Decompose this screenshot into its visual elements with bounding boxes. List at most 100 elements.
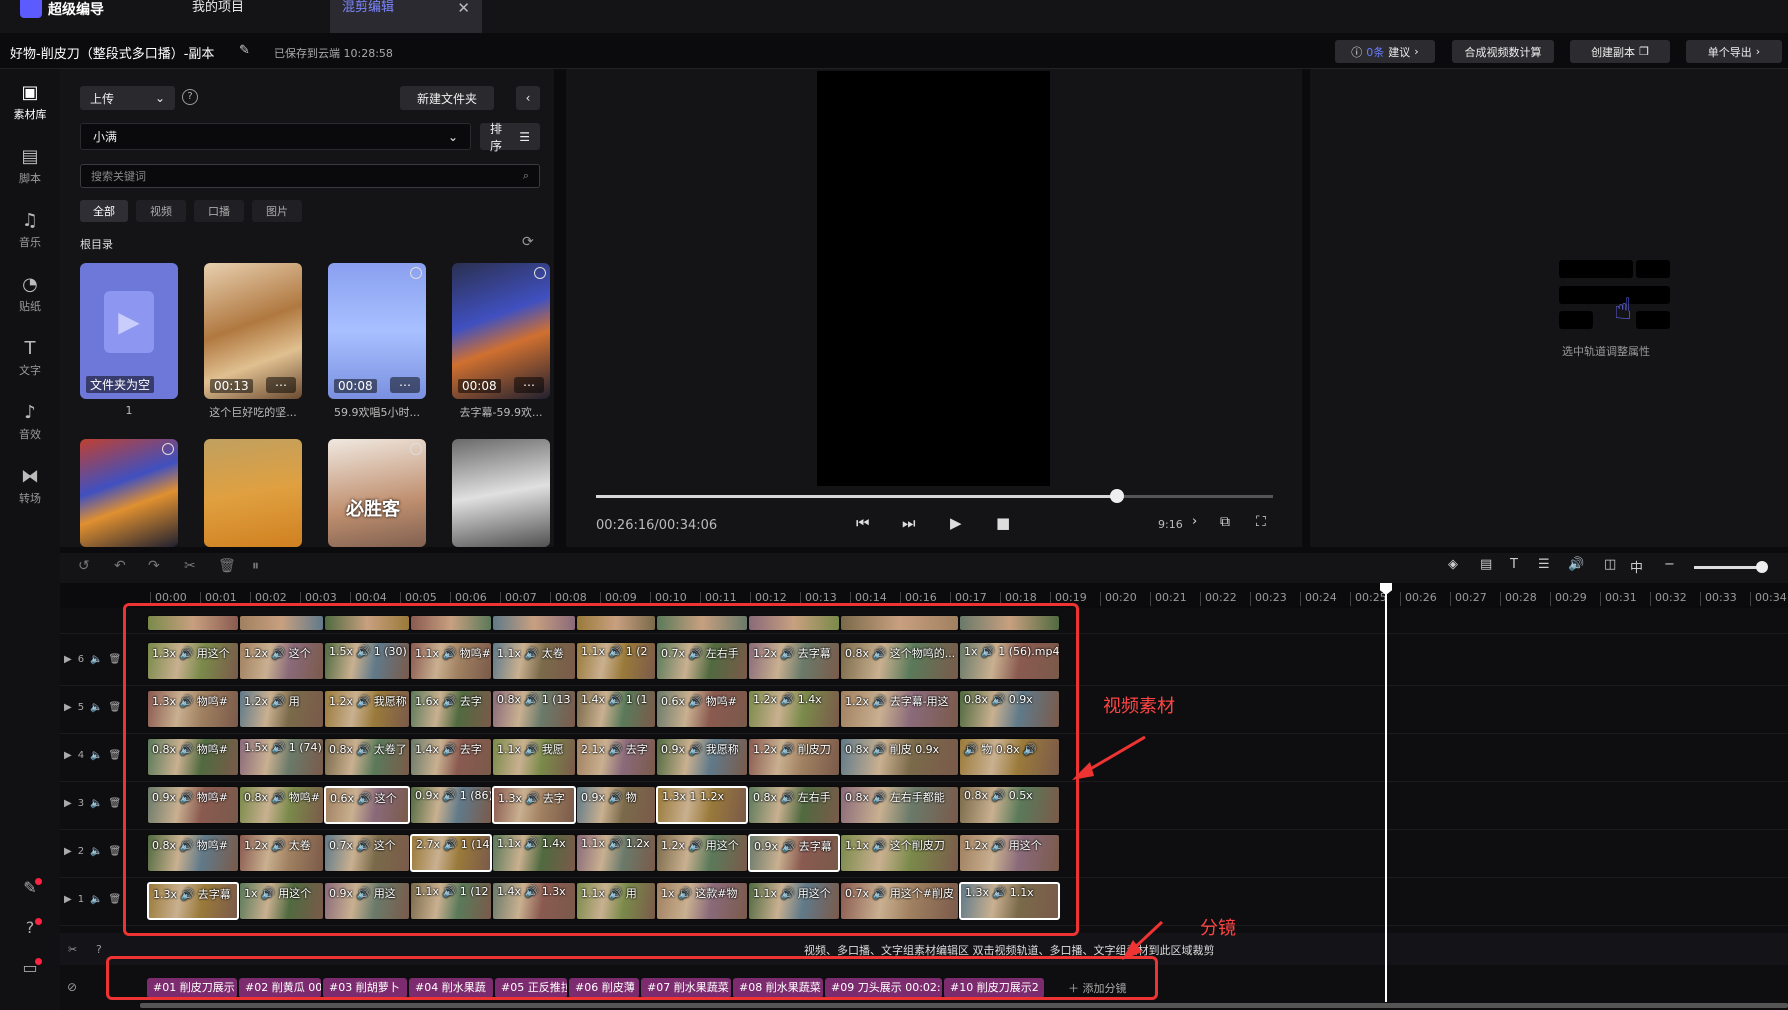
media-thumb[interactable]: 00:13… bbox=[204, 263, 302, 399]
undo-icon[interactable]: ↶ bbox=[114, 558, 126, 574]
media-thumb-audio[interactable]: 00:08… bbox=[328, 263, 426, 399]
video-track-icon: ▶ bbox=[64, 894, 72, 905]
mute-icon[interactable]: 🔈 bbox=[90, 654, 102, 665]
nav-label: 贴纸 bbox=[19, 300, 41, 313]
media-thumb[interactable] bbox=[452, 439, 550, 547]
search-icon: ⌕ bbox=[522, 169, 529, 182]
refresh-icon[interactable]: ⟳ bbox=[522, 234, 534, 250]
nav-transition[interactable]: ⧓ 转场 bbox=[0, 456, 60, 518]
mute-icon[interactable]: 🔈 bbox=[90, 798, 102, 809]
nav-sticker[interactable]: ◔ 贴纸 bbox=[0, 264, 60, 326]
calc-video-count-button[interactable]: 合成视频数计算 bbox=[1452, 40, 1554, 63]
nav-text[interactable]: T 文字 bbox=[0, 328, 60, 390]
fullscreen-icon[interactable]: ⛶ bbox=[1256, 514, 1266, 530]
delete-track-icon[interactable]: 🗑 bbox=[109, 750, 122, 761]
tab-mix-edit[interactable]: 混剪编辑 ✕ bbox=[330, 0, 482, 33]
nav-media-library[interactable]: ▣ 素材库 bbox=[0, 72, 60, 134]
nav-label: 转场 bbox=[19, 492, 41, 505]
script-icon[interactable]: ▤ bbox=[1480, 557, 1492, 572]
undo-all-icon[interactable]: ↺ bbox=[78, 558, 90, 574]
placeholder-block bbox=[1559, 311, 1593, 329]
chevron-right-icon[interactable]: › bbox=[1192, 514, 1197, 529]
text-icon[interactable]: T bbox=[1510, 557, 1518, 572]
crop-icon[interactable]: ⧉ bbox=[1220, 514, 1230, 530]
ruler-tick: 00:33 bbox=[1700, 592, 1737, 606]
ruler-tick: 00:23 bbox=[1250, 592, 1287, 606]
rename-icon[interactable]: ✎ bbox=[239, 43, 250, 58]
split-icon[interactable]: ✂ bbox=[184, 558, 196, 574]
layers-icon[interactable]: ◈ bbox=[1448, 557, 1458, 572]
delete-track-icon[interactable]: 🗑 bbox=[109, 894, 122, 905]
filter-voiceover[interactable]: 口播 bbox=[194, 200, 244, 222]
select-circle[interactable] bbox=[162, 443, 174, 455]
help-icon[interactable]: ? bbox=[182, 89, 198, 105]
collapse-panel-button[interactable]: ‹ bbox=[516, 86, 540, 110]
sound-effect-icon: ♪ bbox=[24, 402, 36, 423]
more-icon[interactable]: … bbox=[514, 376, 544, 393]
center-icon[interactable]: 中 bbox=[1630, 557, 1643, 576]
align-icon[interactable]: ☰ bbox=[1538, 557, 1550, 572]
stop-icon[interactable]: ■ bbox=[996, 514, 1010, 532]
media-library-icon: ▣ bbox=[21, 82, 39, 103]
mute-icon[interactable]: 🔈 bbox=[90, 702, 102, 713]
sort-button[interactable]: 排序 ☰ bbox=[480, 122, 540, 153]
split-view-icon[interactable]: ◫ bbox=[1604, 557, 1616, 572]
folder-select[interactable]: 小满 ⌄ bbox=[80, 123, 471, 150]
storyboard-icon[interactable]: ⊘ bbox=[67, 980, 77, 994]
select-circle[interactable] bbox=[534, 267, 546, 279]
filter-image[interactable]: 图片 bbox=[252, 200, 302, 222]
media-thumb[interactable] bbox=[204, 439, 302, 547]
message-icon[interactable]: ▭ bbox=[18, 958, 42, 982]
mute-icon[interactable]: 🔈 bbox=[90, 846, 102, 857]
select-circle[interactable] bbox=[410, 267, 422, 279]
media-thumb[interactable] bbox=[80, 439, 178, 547]
delete-track-icon[interactable]: 🗑 bbox=[109, 654, 122, 665]
help-icon[interactable]: ? bbox=[18, 918, 42, 942]
nav-script[interactable]: ▤ 脚本 bbox=[0, 136, 60, 198]
delete-track-icon[interactable]: 🗑 bbox=[109, 702, 122, 713]
text-icon: T bbox=[24, 338, 36, 359]
help-icon[interactable]: ? bbox=[96, 943, 102, 956]
media-thumb-folder[interactable]: ▶ 文件夹为空 bbox=[80, 263, 178, 399]
timeline-scrollbar[interactable] bbox=[140, 1003, 1788, 1008]
search-input[interactable]: 搜索关键词 ⌕ bbox=[80, 164, 540, 188]
upload-dropdown[interactable]: 上传 ⌄ bbox=[80, 86, 175, 110]
mute-icon[interactable]: 🔈 bbox=[90, 894, 102, 905]
media-thumb[interactable]: 00:08… bbox=[452, 263, 550, 399]
select-circle[interactable] bbox=[410, 443, 422, 455]
close-icon[interactable]: ✕ bbox=[457, 0, 470, 33]
redo-icon[interactable]: ↷ bbox=[148, 558, 160, 574]
delete-track-icon[interactable]: 🗑 bbox=[109, 846, 122, 857]
video-track-icon: ▶ bbox=[64, 750, 72, 761]
copy-icon: ❐ bbox=[1639, 45, 1649, 58]
zoom-handle[interactable] bbox=[1756, 561, 1768, 573]
skip-back-icon[interactable]: ⏮ bbox=[856, 514, 870, 532]
freeze-icon[interactable]: ⏸ bbox=[252, 558, 259, 574]
notes-icon[interactable]: ✎ bbox=[18, 878, 42, 902]
next-frame-icon[interactable]: ⏭ bbox=[902, 514, 916, 532]
media-thumb[interactable]: 必胜客 bbox=[328, 439, 426, 547]
scissors-icon[interactable]: ✂ bbox=[68, 943, 77, 956]
aspect-ratio[interactable]: 9:16 bbox=[1158, 518, 1183, 531]
new-folder-button[interactable]: 新建文件夹 bbox=[400, 86, 494, 110]
delete-track-icon[interactable]: 🗑 bbox=[109, 798, 122, 809]
filter-all[interactable]: 全部 bbox=[80, 200, 128, 222]
playhead[interactable] bbox=[1385, 588, 1387, 1002]
more-icon[interactable]: … bbox=[266, 376, 296, 393]
preview-canvas[interactable] bbox=[817, 71, 1050, 486]
tab-label: 我的项目 bbox=[192, 0, 245, 15]
create-copy-button[interactable]: 创建副本 ❐ bbox=[1570, 40, 1670, 63]
play-icon[interactable]: ▶ bbox=[950, 514, 962, 532]
tab-my-projects[interactable]: 我的项目 bbox=[180, 0, 320, 33]
mute-icon[interactable]: 🔈 bbox=[90, 750, 102, 761]
nav-music[interactable]: ♫ 音乐 bbox=[0, 200, 60, 262]
track-header: ▶ 1 🔈 🗑 bbox=[64, 894, 129, 905]
single-export-button[interactable]: 单个导出 › bbox=[1686, 40, 1782, 63]
nav-sound-effect[interactable]: ♪ 音效 bbox=[0, 392, 60, 454]
zoom-out-icon[interactable]: − bbox=[1664, 557, 1675, 572]
volume-icon[interactable]: 🔊 bbox=[1568, 557, 1584, 572]
suggestions-button[interactable]: ⓘ 0条 建议 › bbox=[1335, 40, 1435, 63]
delete-icon[interactable]: 🗑 bbox=[218, 558, 236, 574]
filter-video[interactable]: 视频 bbox=[136, 200, 186, 222]
more-icon[interactable]: … bbox=[390, 376, 420, 393]
